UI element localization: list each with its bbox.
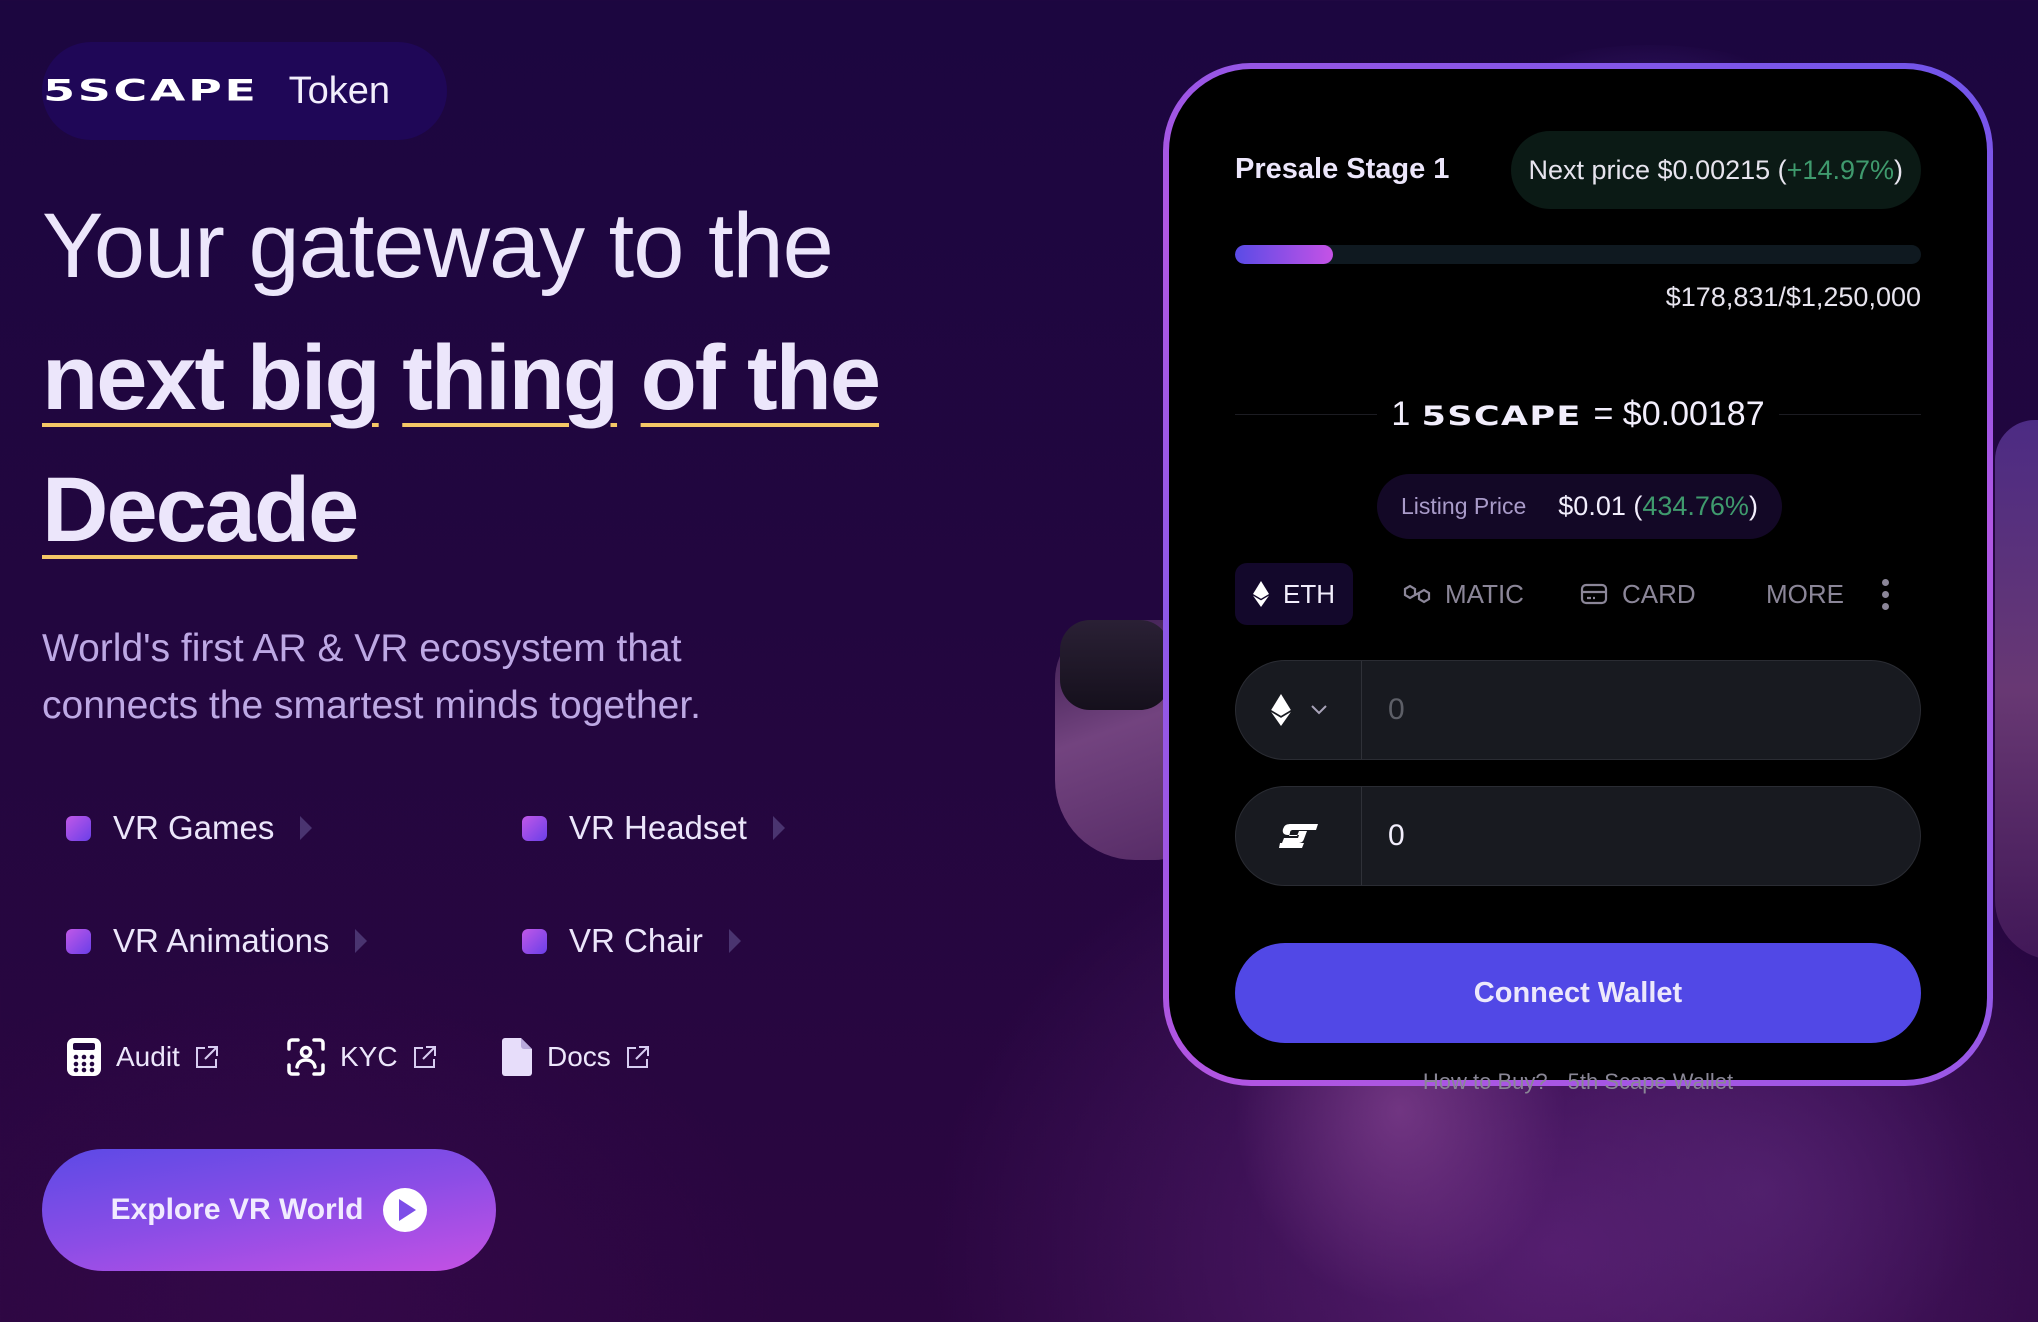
explore-vr-world-button[interactable]: Explore VR World [42,1149,496,1271]
pay-amount-field [1235,660,1921,760]
play-icon [383,1188,428,1232]
feature-label: VR Headset [569,809,747,846]
background-person-torso [1200,1070,2000,1322]
kyc-link-label: KYC [340,1041,398,1072]
5th-scape-wallet-link[interactable]: 5th Scape Wallet [1568,1069,1734,1095]
receive-amount-input[interactable] [1362,787,1920,885]
explore-button-label: Explore VR World [110,1193,364,1226]
next-price-text: Next price $0.00215 ( [1528,154,1787,185]
more-options-button[interactable] [1877,563,1893,625]
listing-price-suffix: ) [1748,491,1758,521]
divider [1235,413,1378,415]
listing-price-badge: Listing Price $0.01 (434.76%) [1377,474,1782,539]
rate-quantity: 1 [1391,394,1411,433]
bullet-square-icon [66,928,91,954]
next-price-badge: Next price $0.00215 (+14.97%) [1510,131,1921,209]
tab-label: CARD [1622,578,1696,609]
external-link-icon [626,1046,649,1068]
tab-label: ETH [1283,578,1335,609]
headline-phrase: next big [42,327,381,429]
rate-value: = $0.00187 [1593,394,1765,433]
tab-eth[interactable]: ETH [1235,563,1353,625]
chevron-right-icon [772,816,785,840]
tab-label: MATIC [1445,578,1524,609]
background-person-arm [1995,420,2038,960]
docs-link[interactable]: Docs [501,1030,651,1084]
docs-link-label: Docs [547,1041,611,1072]
divider [1778,413,1922,415]
chevron-right-icon [355,929,368,953]
document-icon [502,1038,532,1076]
next-price-change: +14.97% [1786,154,1894,185]
receive-token-badge [1236,787,1362,885]
headline-phrase: of the [640,327,881,429]
receive-amount-field [1235,786,1921,886]
tab-label: MORE [1766,578,1844,609]
listing-price-change: 434.76% [1642,491,1749,521]
tab-card[interactable]: CARD [1580,563,1696,625]
tab-more[interactable]: MORE [1766,563,1844,625]
polygon-icon [1403,584,1431,604]
help-links: How to Buy? 5th Scape Wallet [1235,1069,1921,1095]
audit-link[interactable]: Audit [66,1030,220,1084]
listing-price-value: $0.01 (434.76%) [1558,491,1758,522]
headline-phrase: Decade [42,459,359,561]
kyc-link[interactable]: KYC [286,1030,438,1084]
audit-link-label: Audit [116,1041,180,1072]
token-rate: 1 5SCAPE = $0.00187 [1235,389,1922,439]
headline-line-3: Decade [42,444,1042,576]
how-to-buy-link[interactable]: How to Buy? [1423,1069,1548,1095]
face-scan-icon [287,1038,325,1076]
chevron-right-icon [300,816,313,840]
feature-list: VR Games VR Headset VR Animations VR Cha… [66,800,866,980]
brand-logo[interactable]: 5SCAPE Token [42,42,447,140]
logo-mark: 5SCAPE [43,74,259,108]
pay-amount-input[interactable] [1362,661,1920,759]
presale-widget: Presale Stage 1 Next price $0.00215 (+14… [1163,63,1993,1094]
headline-line-1: Your gateway to the [42,195,834,297]
listing-price-label: Listing Price [1401,493,1527,519]
chevron-right-icon [728,929,741,953]
tab-matic[interactable]: MATIC [1403,563,1524,625]
next-price-suffix: ) [1894,154,1903,185]
credit-card-icon [1580,583,1608,605]
stage-header: Presale Stage 1 Next price $0.00215 (+14… [1235,131,1921,209]
5scape-token-icon [1278,824,1318,848]
feature-item-vr-headset[interactable]: VR Headset [522,800,785,856]
external-link-icon [413,1046,436,1068]
rate-text: 1 5SCAPE = $0.00187 [1377,395,1778,434]
raised-amount: $178,831/$1,250,000 [1665,282,1921,312]
headline-phrase: thing [402,327,619,429]
presale-card: Presale Stage 1 Next price $0.00215 (+14… [1169,69,1987,1094]
feature-label: VR Chair [569,922,703,959]
feature-item-vr-chair[interactable]: VR Chair [522,913,741,969]
presale-stage-title: Presale Stage 1 [1235,153,1450,185]
pay-currency-select[interactable] [1236,661,1362,759]
feature-label: VR Animations [113,922,330,959]
chevron-down-icon [1310,705,1327,715]
rate-token-logo: 5SCAPE [1421,400,1582,432]
ethereum-icon [1253,581,1269,607]
bullet-square-icon [66,815,91,841]
bullet-square-icon [522,815,547,841]
background-vr-controller [1060,620,1170,710]
hero-description: World's first AR & VR ecosystem that con… [42,627,702,727]
hero-headline: Your gateway to the next big thing of th… [42,180,1042,576]
logo-suffix: Token [288,69,390,112]
ethereum-icon [1270,694,1291,726]
listing-price-amount: $0.01 ( [1558,491,1643,521]
presale-progress-bar [1235,245,1921,264]
feature-item-vr-animations[interactable]: VR Animations [66,913,368,969]
feature-label: VR Games [113,809,275,846]
presale-progress-fill [1235,245,1334,264]
headline-line-2: next big thing of the [42,312,1042,444]
external-link-icon [195,1046,218,1068]
calculator-icon [67,1038,101,1076]
connect-wallet-button[interactable]: Connect Wallet [1235,943,1921,1043]
bullet-square-icon [522,928,547,954]
feature-item-vr-games[interactable]: VR Games [66,800,313,856]
kebab-menu-icon [1881,578,1889,610]
payment-method-tabs: ETH MATIC CARD MORE [1235,563,1921,625]
